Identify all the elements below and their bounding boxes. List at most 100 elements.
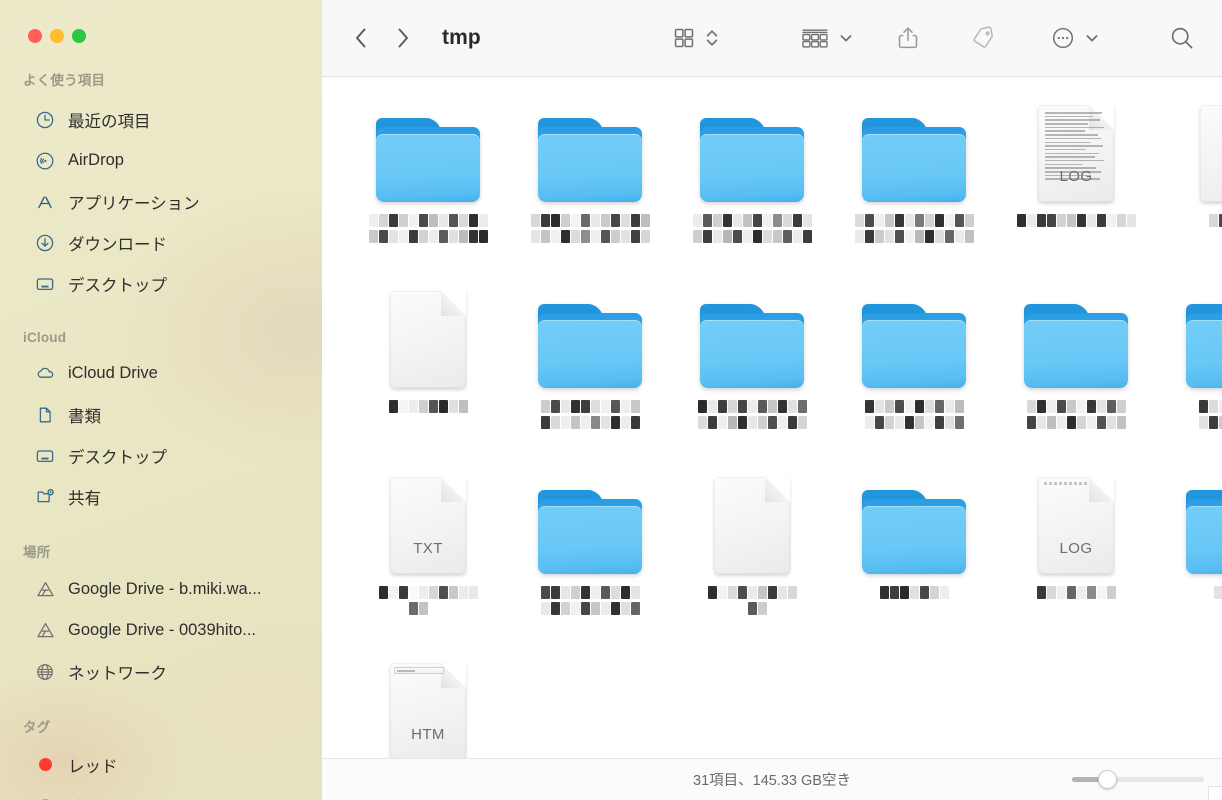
slider-thumb[interactable] [1098, 770, 1117, 789]
file-name-redacted [514, 214, 666, 243]
folder-icon [1186, 276, 1222, 388]
main-area: tmp LOG TXT LOG HTM 31項目、145.33 GB空き [322, 0, 1222, 800]
sidebar-group-title-tags: タグ [23, 720, 51, 735]
file-item[interactable]: HTM [347, 642, 509, 758]
file-item[interactable] [347, 270, 509, 456]
file-extension-label: TXT [413, 540, 443, 557]
sidebar-item-desktop[interactable]: デスクトップ [10, 263, 312, 304]
sidebar-scroll[interactable]: よく使う項目 最近の項目 AirDrop アプリケーション ダウンロード デスク… [0, 43, 322, 800]
shared-folder-icon [34, 486, 56, 508]
sidebar-item-documents[interactable]: 書類 [10, 394, 312, 435]
maximize-button[interactable] [72, 29, 86, 43]
tag-icon[interactable] [970, 25, 996, 51]
sidebar-item-label: 書類 [68, 407, 101, 426]
file-name-redacted [1162, 214, 1222, 227]
file-item[interactable] [1157, 270, 1222, 456]
folder-icon [1024, 276, 1128, 388]
sidebar-item-applications[interactable]: アプリケーション [10, 181, 312, 222]
sidebar-item-label: 共有 [68, 489, 101, 508]
sidebar-item-label: デスクトップ [68, 448, 167, 467]
file-name-redacted [676, 400, 828, 429]
search-icon[interactable] [1168, 24, 1196, 52]
back-button[interactable] [352, 25, 370, 51]
file-item[interactable] [1157, 456, 1222, 642]
file-item[interactable] [671, 456, 833, 642]
sidebar-item-label: ダウンロード [68, 235, 167, 254]
file-item[interactable] [833, 84, 995, 270]
folder-icon [538, 462, 642, 574]
file-item[interactable] [347, 84, 509, 270]
sidebar-item-recents[interactable]: 最近の項目 [10, 99, 312, 140]
file-extension-label: LOG [1059, 540, 1093, 557]
file-grid-area[interactable]: LOG TXT LOG HTM [322, 78, 1222, 758]
traffic-lights [0, 0, 322, 43]
file-item[interactable] [995, 270, 1157, 456]
sidebar-item-airdrop[interactable]: AirDrop [10, 140, 312, 181]
desktop-icon [34, 273, 56, 295]
toolbar: tmp [322, 0, 1222, 77]
google-drive-icon [34, 579, 56, 601]
log-document-icon: LOG [1038, 90, 1114, 202]
file-name-redacted [514, 400, 666, 429]
sidebar-item-label: 最近の項目 [68, 112, 151, 131]
file-name-redacted [1000, 400, 1152, 429]
tag-dot-icon [34, 795, 56, 800]
more-button[interactable] [1050, 25, 1076, 51]
sidebar-item-shared[interactable]: 共有 [10, 476, 312, 517]
close-button[interactable] [28, 29, 42, 43]
status-text: 31項目、145.33 GB空き [693, 773, 851, 789]
file-item[interactable] [833, 456, 995, 642]
sidebar-item-icloud-drive[interactable]: iCloud Drive [10, 353, 312, 394]
file-item[interactable]: LOG [995, 456, 1157, 642]
more-chevron[interactable] [1084, 30, 1100, 46]
share-icon[interactable] [896, 25, 920, 51]
zoom-slider[interactable] [1072, 770, 1204, 790]
forward-button[interactable] [394, 25, 412, 51]
blank-document-icon [390, 276, 466, 388]
sidebar-item-desktop-icloud[interactable]: デスクトップ [10, 435, 312, 476]
minimize-button[interactable] [50, 29, 64, 43]
network-globe-icon [34, 661, 56, 683]
file-item[interactable] [1157, 84, 1222, 270]
file-name-redacted [838, 586, 990, 599]
sidebar-item-google-drive-1[interactable]: Google Drive - b.miki.wa... [10, 569, 312, 610]
folder-icon [538, 90, 642, 202]
group-by-chevron[interactable] [838, 30, 854, 46]
file-name-redacted [1162, 586, 1222, 599]
file-item[interactable] [671, 270, 833, 456]
file-item[interactable] [833, 270, 995, 456]
sidebar: よく使う項目 最近の項目 AirDrop アプリケーション ダウンロード デスク… [0, 0, 322, 800]
sidebar-item-network[interactable]: ネットワーク [10, 651, 312, 692]
sidebar-item-google-drive-2[interactable]: Google Drive - 0039hito... [10, 610, 312, 651]
folder-icon [1186, 462, 1222, 574]
sidebar-item-label: オレンジ [68, 794, 134, 800]
file-name-redacted [838, 400, 990, 429]
download-icon [34, 232, 56, 254]
file-name-redacted [514, 586, 666, 615]
folder-icon [862, 276, 966, 388]
txt-document-icon: TXT [390, 462, 466, 574]
desktop-icon [34, 445, 56, 467]
icon-view-button[interactable] [672, 26, 696, 50]
file-item[interactable]: LOG [995, 84, 1157, 270]
finder-window: よく使う項目 最近の項目 AirDrop アプリケーション ダウンロード デスク… [0, 0, 1222, 800]
file-item[interactable]: TXT [347, 456, 509, 642]
file-name-redacted [352, 400, 504, 413]
sidebar-item-tag-orange[interactable]: オレンジ [10, 785, 312, 800]
sidebar-item-downloads[interactable]: ダウンロード [10, 222, 312, 263]
folder-icon [700, 276, 804, 388]
file-item[interactable] [509, 84, 671, 270]
file-name-redacted [1000, 214, 1152, 227]
toolbar-actions [672, 24, 1196, 52]
file-item[interactable] [509, 270, 671, 456]
window-resize-corner[interactable] [1208, 786, 1222, 800]
group-by-button[interactable] [800, 26, 830, 50]
sidebar-group-title-locations: 場所 [23, 545, 51, 560]
tag-dot-icon [34, 754, 56, 776]
sidebar-item-tag-red[interactable]: レッド [10, 744, 312, 785]
view-stepper[interactable] [704, 25, 720, 51]
file-extension-label: HTM [411, 726, 445, 743]
sidebar-item-label: デスクトップ [68, 276, 167, 295]
file-item[interactable] [671, 84, 833, 270]
file-item[interactable] [509, 456, 671, 642]
